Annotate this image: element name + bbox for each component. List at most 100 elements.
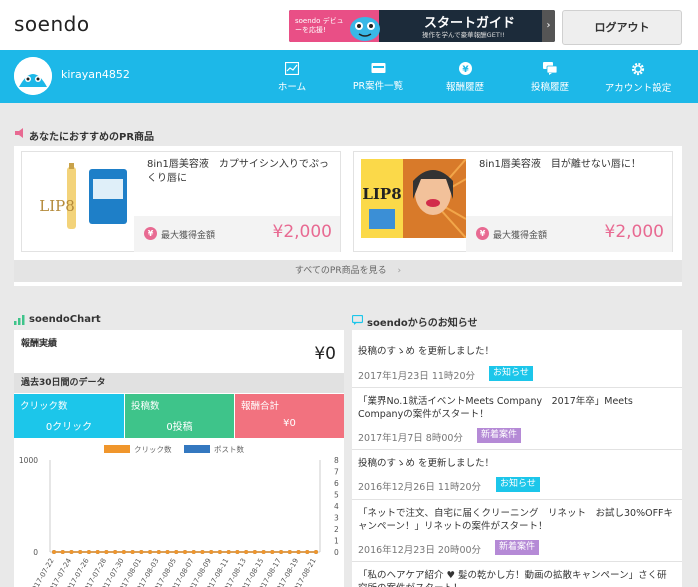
data-point (52, 550, 56, 554)
stat-value: 0投稿 (166, 422, 193, 433)
logout-button[interactable]: ログアウト (562, 10, 682, 45)
news-item[interactable]: 「私のヘアケア紹介 ♥ 髪の乾かし方！動画の拡散キャンペーン」さく研究所の案件が… (352, 562, 682, 587)
chart-panel: 報酬実績 ¥0 過去30日間のデータ クリック数 0クリック 投稿数 0投稿 報… (14, 330, 344, 587)
product-title[interactable]: 8in1唇美容液 目が離せない唇に！ (479, 158, 669, 172)
data-point (156, 550, 161, 554)
stat-clicks: クリック数 0クリック (14, 394, 124, 438)
gear-icon (631, 62, 645, 76)
reward-label: 最大獲得金額 (493, 231, 548, 241)
legend-label: クリック数 (134, 444, 172, 454)
stat-earnings: 報酬合計 ¥0 (235, 394, 344, 438)
news-text[interactable]: 「私のヘアケア紹介 ♥ 髪の乾かし方！動画の拡散キャンペーン」さく研究所の案件が… (358, 569, 676, 587)
y-right-tick: 5 (334, 491, 339, 500)
data-point (60, 550, 65, 554)
stat-posts: 投稿数 0投稿 (125, 394, 234, 438)
news-badge: お知らせ (489, 366, 533, 381)
news-badge: 新着案件 (477, 428, 522, 443)
news-badge: お知らせ (496, 477, 540, 492)
stat-label: クリック数 (20, 401, 68, 412)
data-point (270, 550, 275, 554)
product-card[interactable]: LIP8 8in1唇美容液 カプサイシン入りでぷっくり唇に ¥ 最大獲得金額 ¥… (21, 151, 341, 252)
data-point (183, 550, 187, 554)
reward-price: ¥2,000 (272, 222, 332, 242)
y-right-tick: 6 (334, 479, 339, 488)
nav-item-pr-list[interactable]: PR案件一覧 (346, 62, 410, 92)
y-right-tick: 1 (334, 537, 339, 546)
data-point (139, 550, 144, 554)
avatar[interactable] (14, 57, 52, 95)
data-point (191, 550, 196, 554)
yen-circle-icon: ¥ (458, 62, 472, 75)
news-date: 2016年12月23日 20時00分 (358, 545, 482, 556)
news-item[interactable]: 投稿のすゝめ を更新しました！ 2016年12月26日 11時20分 お知らせ (352, 450, 682, 500)
yen-icon: ¥ (144, 227, 157, 240)
news-title: soendoからのお知らせ (367, 318, 478, 329)
y-right-tick: 4 (334, 502, 339, 511)
news-date: 2017年1月7日 8時00分 (358, 433, 463, 444)
product-image-text: LIP8 (39, 197, 75, 215)
chart-icon (285, 62, 299, 75)
speech-bubble-icon (352, 315, 363, 325)
data-point (244, 550, 249, 554)
data-point (252, 550, 257, 554)
data-point (165, 550, 170, 554)
news-date: 2017年1月23日 11時20分 (358, 371, 476, 382)
legend-swatch (104, 445, 130, 453)
chevron-right-icon: › (542, 10, 555, 42)
stat-label: 報酬合計 (241, 401, 280, 412)
product-image[interactable]: LIP8 (361, 159, 466, 238)
username[interactable]: kirayan4852 (61, 68, 130, 81)
start-guide-banner[interactable]: soendo デビューを応援! スタートガイド 操作を学んで豪華報酬GET!! … (289, 10, 555, 42)
news-text[interactable]: 投稿のすゝめ を更新しました！ (358, 345, 676, 358)
nav-item-home[interactable]: ホーム (272, 62, 312, 93)
product-title[interactable]: 8in1唇美容液 カプサイシン入りでぷっくり唇に (147, 158, 337, 186)
news-date: 2016年12月26日 11時20分 (358, 482, 482, 493)
data-point (209, 550, 214, 554)
nav-label-home: ホーム (277, 82, 307, 93)
mascot-avatar-icon (14, 57, 52, 95)
earnings-value: ¥0 (314, 344, 336, 364)
reward-box: ¥ 最大獲得金額 ¥2,000 (466, 216, 672, 252)
data-point (130, 550, 135, 554)
top-header: soendo soendo デビューを応援! スタートガイド 操作を学んで豪華報… (0, 0, 698, 50)
data-point (217, 550, 222, 554)
data-point (121, 550, 126, 554)
card-icon (371, 63, 385, 73)
news-item[interactable]: 「業界No.1就活イベントMeets Company 2017年卒」Meets … (352, 388, 682, 450)
nav-item-post-history[interactable]: 投稿履歴 (528, 62, 572, 93)
nav-label-pr-list: PR案件一覧 (352, 81, 404, 92)
data-point (235, 550, 240, 554)
mascot-icon (350, 17, 380, 41)
data-point (279, 550, 284, 554)
product-image[interactable]: LIP8 (29, 159, 134, 238)
nav-item-account-settings[interactable]: アカウント設定 (601, 62, 675, 94)
site-logo[interactable]: soendo (14, 12, 90, 36)
news-badge: 新着案件 (495, 540, 540, 555)
data-point (296, 550, 301, 554)
data-point (148, 550, 153, 554)
news-text[interactable]: 「ネットで注文、自宅に届くクリーニング リネット お試し30%OFFキャンペーン… (358, 507, 676, 533)
news-item[interactable]: 「ネットで注文、自宅に届くクリーニング リネット お試し30%OFFキャンペーン… (352, 500, 682, 562)
news-text[interactable]: 投稿のすゝめ を更新しました！ (358, 457, 676, 470)
news-text[interactable]: 「業界No.1就活イベントMeets Company 2017年卒」Meets … (358, 395, 676, 421)
y-right-tick: 2 (334, 525, 339, 534)
chart-section-title: soendoChart (29, 314, 101, 325)
earnings-label: 報酬実績 (21, 339, 58, 349)
product-image-text: LIP8 (362, 185, 401, 203)
stat-label: 投稿数 (131, 401, 160, 412)
legend-swatch (184, 445, 210, 453)
y-right-tick: 3 (334, 514, 339, 523)
see-all-link[interactable]: すべてのPR商品を見る › (14, 260, 682, 282)
y-left-tick: 0 (33, 548, 38, 557)
news-item[interactable]: 投稿のすゝめ を更新しました！ 2017年1月23日 11時20分 お知らせ (352, 330, 682, 388)
reward-box: ¥ 最大獲得金額 ¥2,000 (134, 216, 340, 252)
product-card[interactable]: LIP8 8in1唇美容液 目が離せない唇に！ ¥ 最大獲得金額 ¥2,000 (353, 151, 673, 252)
line-chart: クリック数 ポスト数100008765432102017-07-222017-07… (19, 444, 339, 587)
reward-label: 最大獲得金額 (161, 231, 216, 241)
period-label: 過去30日間のデータ (14, 373, 344, 393)
svg-text:¥: ¥ (462, 65, 469, 75)
nav-item-earnings-history[interactable]: ¥ 報酬履歴 (443, 62, 487, 93)
banner-subtitle: 操作を学んで豪華報酬GET!! (422, 31, 506, 39)
recommended-panel: LIP8 8in1唇美容液 カプサイシン入りでぷっくり唇に ¥ 最大獲得金額 ¥… (14, 146, 682, 286)
data-point (104, 550, 109, 554)
